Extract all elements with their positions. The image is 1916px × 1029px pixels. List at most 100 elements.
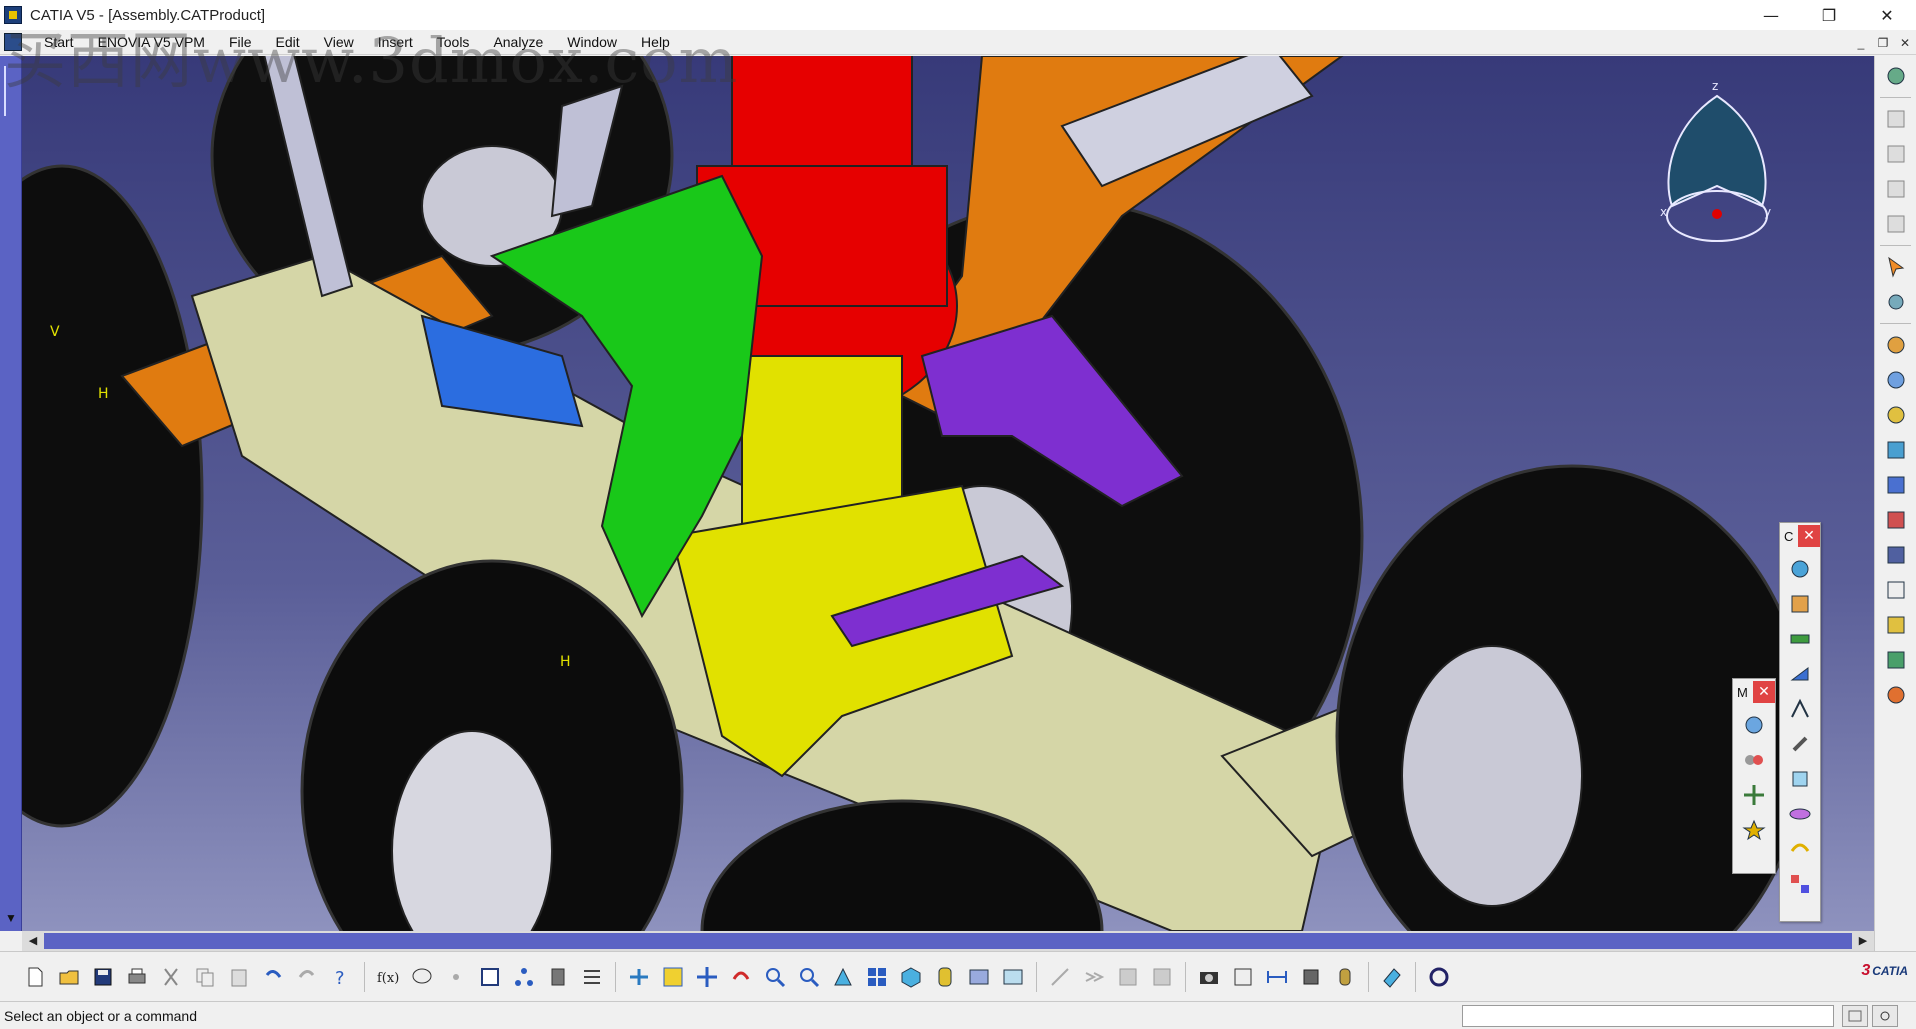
status-history-button[interactable] xyxy=(1872,1005,1898,1027)
menu-insert[interactable]: Insert xyxy=(366,30,425,55)
generic-tree-1-icon[interactable] xyxy=(1880,104,1912,134)
generic-tree-4-icon[interactable] xyxy=(1880,209,1912,239)
table-icon[interactable] xyxy=(473,960,507,994)
iso-view-icon[interactable] xyxy=(894,960,928,994)
manipulation-icon[interactable] xyxy=(1739,710,1769,740)
assembly-8-icon[interactable] xyxy=(1880,575,1912,605)
measure-between-icon[interactable] xyxy=(1260,960,1294,994)
assembly-4-icon[interactable] xyxy=(1880,435,1912,465)
component-1-icon[interactable] xyxy=(1111,960,1145,994)
assembly-5-icon[interactable] xyxy=(1880,470,1912,500)
multi-view-icon[interactable] xyxy=(860,960,894,994)
scroll-left-arrow[interactable]: ◀ xyxy=(22,931,44,951)
publish-icon[interactable] xyxy=(1226,960,1260,994)
tree-icon[interactable] xyxy=(507,960,541,994)
hide-show-icon[interactable] xyxy=(962,960,996,994)
assembly-9-icon[interactable] xyxy=(1880,610,1912,640)
status-options-button[interactable] xyxy=(1842,1005,1868,1027)
assembly-11-icon[interactable] xyxy=(1880,680,1912,710)
copy-icon[interactable] xyxy=(188,960,222,994)
floating-toolbar-header[interactable]: C ✕ xyxy=(1780,523,1820,549)
horizontal-scrollbar[interactable]: ◀ ▶ xyxy=(22,931,1874,951)
snap-icon[interactable] xyxy=(1739,745,1769,775)
product-settings-icon[interactable] xyxy=(1880,61,1912,91)
quick-constraint-icon[interactable] xyxy=(1785,799,1815,829)
close-button[interactable]: ✕ xyxy=(1858,0,1916,30)
assembly-10-icon[interactable] xyxy=(1880,645,1912,675)
doc-close-button[interactable]: ✕ xyxy=(1894,33,1916,53)
measure-icon[interactable] xyxy=(575,960,609,994)
normal-view-icon[interactable] xyxy=(826,960,860,994)
floating-toolbar-move[interactable]: M ✕ xyxy=(1732,678,1776,874)
reuse-pattern-icon[interactable] xyxy=(1785,869,1815,899)
cut-icon[interactable] xyxy=(154,960,188,994)
sketch-icon[interactable] xyxy=(1375,960,1409,994)
render-style-icon[interactable] xyxy=(928,960,962,994)
paste-icon[interactable] xyxy=(222,960,256,994)
doc-restore-button[interactable]: ❐ xyxy=(1872,33,1894,53)
save-icon[interactable] xyxy=(86,960,120,994)
generic-tree-3-icon[interactable] xyxy=(1880,174,1912,204)
minimize-button[interactable]: — xyxy=(1742,0,1800,30)
menu-enovia[interactable]: ENOVIA V5 VPM xyxy=(86,30,217,55)
menu-edit[interactable]: Edit xyxy=(264,30,312,55)
assembly-7-icon[interactable] xyxy=(1880,540,1912,570)
power-input-field[interactable] xyxy=(1462,1005,1834,1027)
doc-minimize-button[interactable]: _ xyxy=(1850,33,1872,53)
floating-toolbar-2-header[interactable]: M ✕ xyxy=(1733,679,1775,705)
menu-tools[interactable]: Tools xyxy=(425,30,482,55)
fix-together-icon[interactable] xyxy=(1785,764,1815,794)
menu-start[interactable]: Start xyxy=(32,30,86,55)
undo-icon[interactable] xyxy=(256,960,290,994)
contact-icon[interactable] xyxy=(1785,624,1815,654)
3d-viewport[interactable]: z x y V H H xyxy=(22,56,1874,931)
fit-all-icon[interactable] xyxy=(656,960,690,994)
fly-mode-icon[interactable] xyxy=(622,960,656,994)
compass-body[interactable] xyxy=(1667,94,1767,208)
whats-this-icon[interactable]: ? xyxy=(324,960,358,994)
assembly-2-icon[interactable] xyxy=(1880,365,1912,395)
menu-view[interactable]: View xyxy=(312,30,366,55)
menu-help[interactable]: Help xyxy=(629,30,682,55)
spec-tree-strip[interactable]: ▼ xyxy=(0,56,22,931)
knowledge-icon[interactable] xyxy=(405,960,439,994)
new-icon[interactable] xyxy=(18,960,52,994)
select-icon[interactable] xyxy=(1880,252,1912,282)
generic-tree-2-icon[interactable] xyxy=(1880,139,1912,169)
move-icon[interactable] xyxy=(1880,287,1912,317)
menu-analyze[interactable]: Analyze xyxy=(481,30,555,55)
floating-toolbar-close-button[interactable]: ✕ xyxy=(1798,525,1820,547)
maximize-button[interactable]: ❐ xyxy=(1800,0,1858,30)
scroll-down-arrow[interactable]: ▼ xyxy=(5,911,17,925)
zoom-out-icon[interactable] xyxy=(792,960,826,994)
camera-icon[interactable] xyxy=(1192,960,1226,994)
constraint-icon[interactable] xyxy=(1785,554,1815,584)
spec-tree-branch[interactable] xyxy=(4,66,16,116)
compass-widget[interactable]: z x y xyxy=(1660,79,1771,242)
compass-center[interactable] xyxy=(1712,209,1722,219)
offset-icon[interactable] xyxy=(1785,659,1815,689)
zoom-in-icon[interactable] xyxy=(758,960,792,994)
menu-window[interactable]: Window xyxy=(555,30,629,55)
landing-gear-model[interactable]: z x y V H H xyxy=(22,56,1874,931)
rotate-icon[interactable] xyxy=(724,960,758,994)
coincidence-icon[interactable] xyxy=(1785,589,1815,619)
formula-icon[interactable]: f(x) xyxy=(371,960,405,994)
floating-toolbar-constraints[interactable]: C ✕ xyxy=(1779,522,1821,922)
swap-space-icon[interactable] xyxy=(996,960,1030,994)
redo-icon[interactable] xyxy=(290,960,324,994)
compare-icon[interactable] xyxy=(1077,960,1111,994)
flexible-icon[interactable] xyxy=(1785,834,1815,864)
assembly-1-icon[interactable] xyxy=(1880,330,1912,360)
assembly-6-icon[interactable] xyxy=(1880,505,1912,535)
open-icon[interactable] xyxy=(52,960,86,994)
inertia-icon[interactable] xyxy=(1328,960,1362,994)
print-icon[interactable] xyxy=(120,960,154,994)
link-icon[interactable] xyxy=(439,960,473,994)
menu-file[interactable]: File xyxy=(217,30,264,55)
component-2-icon[interactable] xyxy=(1145,960,1179,994)
document-icon[interactable] xyxy=(4,33,22,51)
explode-icon[interactable] xyxy=(1739,780,1769,810)
floating-toolbar-2-close-button[interactable]: ✕ xyxy=(1753,681,1775,703)
scroll-right-arrow[interactable]: ▶ xyxy=(1852,931,1874,951)
